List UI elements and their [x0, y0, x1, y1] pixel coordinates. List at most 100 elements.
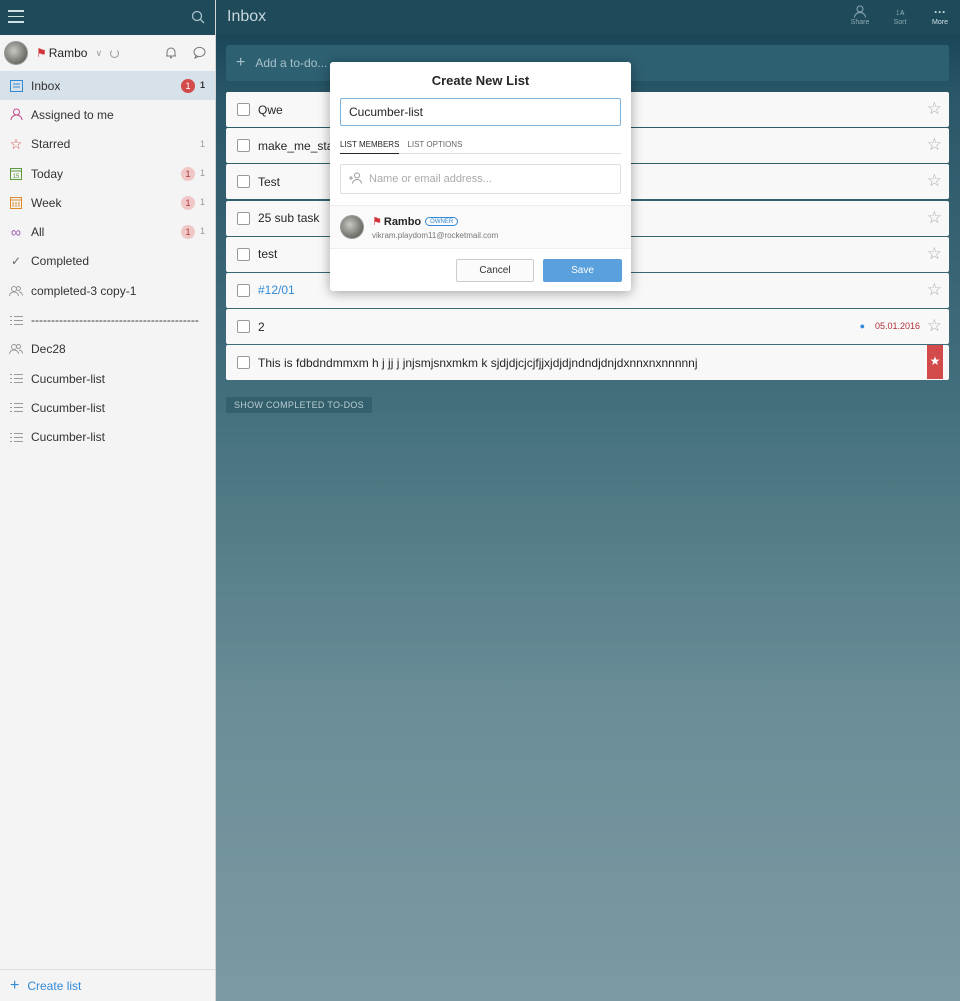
member-search-input[interactable]: Name or email address... — [340, 164, 621, 194]
sidebar-toolbar — [0, 0, 215, 35]
svg-text:15: 15 — [13, 174, 20, 180]
item-count: 1 — [199, 80, 205, 90]
sidebar-item-label: ----------------------------------------… — [31, 313, 199, 328]
tab-list-options[interactable]: LIST OPTIONS — [407, 140, 462, 154]
more-icon: ··· — [934, 5, 946, 19]
calendar-today-icon: 15 — [9, 167, 23, 181]
sync-icon[interactable] — [110, 48, 120, 58]
task-title[interactable]: 25 sub task — [258, 211, 319, 225]
task-row[interactable]: This is fdbdndmmxm h j jj j jnjsmjsnxmkm… — [226, 345, 949, 381]
sidebar-item-completed[interactable]: ✓ Completed — [0, 247, 215, 276]
add-todo-placeholder: Add a to-do... — [255, 56, 328, 70]
sidebar-item-today[interactable]: 15 Today 1 1 — [0, 159, 215, 188]
overdue-badge: 1 — [181, 79, 195, 93]
search-icon[interactable] — [191, 10, 205, 27]
star-icon: ☆ — [9, 135, 23, 152]
sidebar-item-label: Dec28 — [31, 342, 66, 357]
starred-ribbon-icon[interactable]: ★ — [927, 345, 943, 380]
sidebar-item-label: Cucumber-list — [31, 400, 106, 415]
member-input-placeholder: Name or email address... — [369, 173, 492, 185]
user-name[interactable]: ⚑ Rambo — [36, 46, 87, 60]
list-icon — [9, 401, 23, 415]
shared-list-icon — [9, 342, 23, 356]
sidebar-item-label: Assigned to me — [31, 107, 114, 122]
due-date: 05.01.2016 — [874, 321, 920, 332]
sidebar-item-starred[interactable]: ☆ Starred 1 — [0, 130, 215, 159]
bell-icon[interactable] — [165, 46, 177, 62]
task-title[interactable]: Test — [258, 175, 280, 189]
task-checkbox[interactable] — [237, 139, 250, 153]
star-icon[interactable]: ☆ — [927, 172, 942, 189]
chat-icon[interactable] — [193, 46, 206, 62]
list-icon — [9, 313, 23, 327]
sidebar-item-all[interactable]: ∞ All 1 1 — [0, 217, 215, 246]
task-checkbox[interactable] — [237, 283, 250, 297]
sidebar-item-week[interactable]: Week 1 1 — [0, 188, 215, 217]
overdue-badge: 1 — [181, 166, 195, 181]
share-label: Share — [850, 19, 870, 26]
hamburger-menu-icon[interactable] — [8, 10, 24, 24]
list-name-input[interactable]: Cucumber-list — [340, 98, 621, 126]
sidebar-item-label: Today — [31, 166, 64, 181]
plus-icon: + — [236, 54, 246, 71]
member-name-label: Rambo — [383, 215, 422, 228]
flag-icon: ⚑ — [36, 46, 47, 60]
sidebar-item-list[interactable]: Cucumber-list — [0, 364, 215, 393]
save-button[interactable]: Save — [543, 259, 622, 282]
task-title[interactable]: Qwe — [258, 103, 283, 117]
chevron-down-icon[interactable]: ∨ — [95, 48, 102, 59]
sort-button[interactable]: ↕ᴀ Sort — [885, 5, 915, 26]
cancel-button[interactable]: Cancel — [456, 259, 534, 282]
user-name-label: Rambo — [48, 46, 88, 60]
task-checkbox[interactable] — [237, 175, 250, 189]
star-icon[interactable]: ☆ — [927, 209, 942, 226]
sidebar-item-label: Completed — [31, 254, 90, 269]
shared-list-icon — [9, 284, 23, 298]
task-checkbox[interactable] — [237, 103, 250, 116]
sidebar-item-list[interactable]: Cucumber-list — [0, 393, 215, 422]
star-icon[interactable]: ☆ — [927, 281, 942, 298]
sidebar-item-list[interactable]: completed-3 copy-1 — [0, 276, 215, 305]
sidebar-item-inbox[interactable]: Inbox 1 1 — [0, 71, 215, 101]
sidebar-item-assigned[interactable]: Assigned to me — [0, 100, 215, 129]
task-row[interactable]: 2 ● 05.01.2016 ☆ — [226, 309, 949, 345]
star-icon[interactable]: ☆ — [927, 136, 942, 153]
user-row[interactable]: ⚑ Rambo ∨ — [0, 35, 215, 71]
person-icon — [9, 108, 23, 122]
task-title[interactable]: test — [258, 247, 277, 261]
task-title[interactable]: #12/01 — [258, 283, 295, 297]
tab-list-members[interactable]: LIST MEMBERS — [340, 140, 400, 154]
sidebar-item-list[interactable]: ----------------------------------------… — [0, 305, 215, 334]
avatar[interactable] — [4, 41, 28, 65]
sidebar-item-label: Week — [31, 195, 62, 210]
task-title[interactable]: 2 — [258, 320, 265, 334]
item-count: 1 — [199, 197, 205, 208]
sort-label: Sort — [893, 19, 907, 26]
sidebar-item-label: Starred — [31, 137, 71, 152]
share-button[interactable]: Share — [845, 5, 875, 26]
task-checkbox[interactable] — [237, 356, 250, 370]
task-checkbox[interactable] — [237, 211, 250, 225]
sidebar-item-label: Cucumber-list — [31, 430, 106, 445]
create-list-dialog: Create New List Cucumber-list LIST MEMBE… — [330, 62, 631, 291]
comment-icon: ● — [859, 321, 865, 332]
star-icon[interactable]: ☆ — [927, 245, 942, 262]
create-list-button[interactable]: + Create list — [0, 969, 215, 1001]
star-icon[interactable]: ☆ — [927, 100, 942, 117]
item-count: 1 — [199, 226, 205, 237]
more-button[interactable]: ··· More — [925, 5, 955, 26]
sidebar-item-list[interactable]: Dec28 — [0, 335, 215, 364]
infinity-icon: ∞ — [11, 224, 21, 241]
task-checkbox[interactable] — [237, 320, 250, 334]
star-icon[interactable]: ☆ — [927, 317, 942, 334]
task-title[interactable]: make_me_star — [258, 139, 337, 153]
sidebar-item-list[interactable]: Cucumber-list — [0, 423, 215, 452]
task-title[interactable]: This is fdbdndmmxm h j jj j jnjsmjsnxmkm… — [258, 356, 698, 370]
show-completed-button[interactable]: SHOW COMPLETED TO-DOS — [226, 397, 372, 413]
overdue-badge: 1 — [181, 225, 195, 240]
item-count: 1 — [199, 167, 205, 178]
task-checkbox[interactable] — [237, 247, 250, 261]
dialog-tabs: LIST MEMBERS LIST OPTIONS — [340, 140, 621, 154]
share-icon — [845, 5, 875, 19]
more-label: More — [932, 19, 948, 26]
